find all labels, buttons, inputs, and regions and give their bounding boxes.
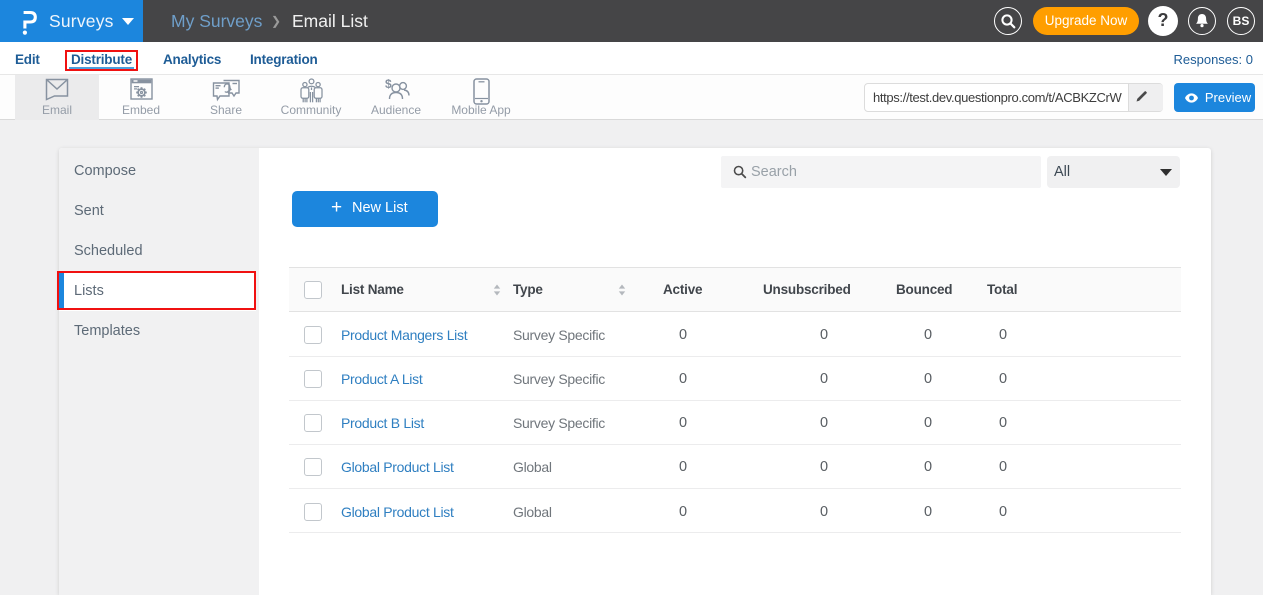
svg-text:$: $	[385, 78, 392, 91]
